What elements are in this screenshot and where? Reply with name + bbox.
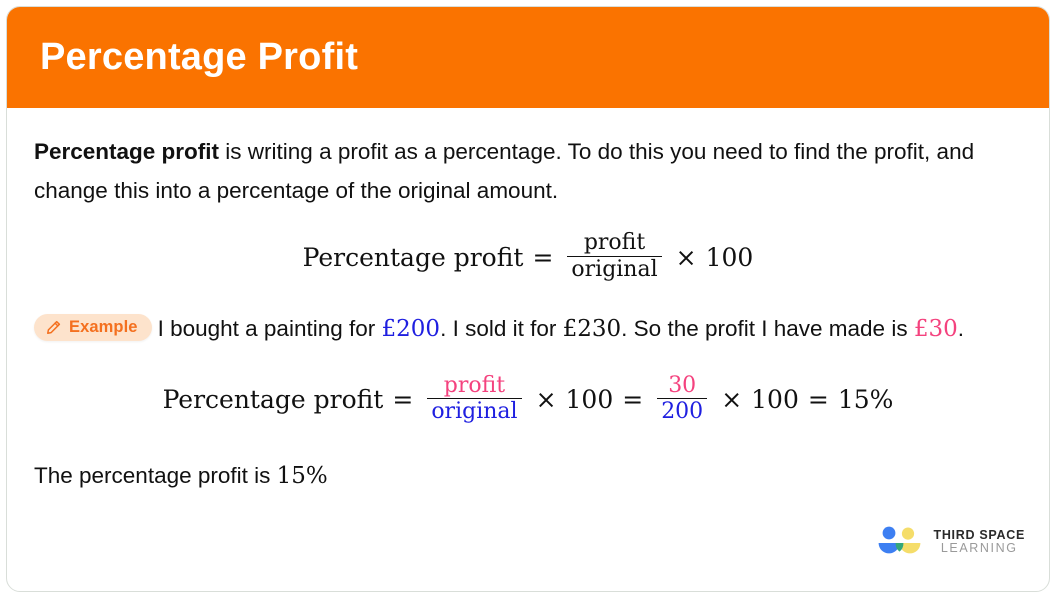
logo-wordmark: THIRD SPACE LEARNING [933,528,1025,555]
logo-mark-icon [877,525,923,559]
conclusion-value: 15% [276,463,328,489]
third-space-learning-logo: THIRD SPACE LEARNING [877,525,1025,559]
worked-fraction-1: profit original [427,372,522,425]
worked-times-2: × [721,385,743,415]
worked-lhs: Percentage profit [162,385,384,415]
example-cost-price: £200 [381,315,441,342]
worked-fraction-2: 30 200 [657,372,708,425]
definition-formula: Percentage profit = profit original × 10… [34,230,1022,283]
worked-denominator-1: original [427,398,522,424]
example-paragraph: Example I bought a painting for £200. I … [34,309,1022,349]
worked-equals-2: = [622,385,644,415]
worked-equals-1: = [392,385,414,415]
worked-multiplier-2: 100 [751,385,799,415]
pencil-icon [45,319,62,336]
worked-numerator-1: profit [443,372,506,398]
formula-numerator: profit [583,230,646,255]
worked-result: 15% [837,385,894,415]
worked-formula: Percentage profit = profit original × 10… [34,372,1022,426]
formula-equals: = [532,242,554,272]
intro-bold-term: Percentage profit [34,139,220,164]
logo-line-2: LEARNING [940,541,1018,555]
example-text-3: . So the profit I have made is [621,315,908,341]
worked-times-1: × [535,385,557,415]
example-badge: Example [34,314,152,342]
formula-multiplier: 100 [705,242,754,272]
slide-body: Percentage profit is writing a profit as… [7,108,1049,591]
formula-denominator: original [567,255,662,282]
example-profit-value: £30 [913,315,958,342]
formula-fraction: profit original [567,230,662,282]
formula-lhs: Percentage profit [302,242,524,272]
conclusion-label: The percentage profit is [34,463,271,488]
example-text-2: . I sold it for [440,315,557,341]
example-text-1: I bought a painting for [157,315,376,341]
slide-card: Percentage Profit Percentage profit is w… [6,6,1050,592]
page-title: Percentage Profit [40,36,359,78]
worked-numerator-2: 30 [668,372,697,398]
worked-denominator-2: 200 [657,398,708,424]
worked-multiplier-1: 100 [565,385,614,415]
worked-equals-3: = [807,385,829,415]
intro-paragraph: Percentage profit is writing a profit as… [34,132,1022,210]
conclusion-text: The percentage profit is 15% [34,459,1022,493]
formula-times: × [675,242,697,272]
slide-header: Percentage Profit [7,7,1049,108]
example-text-4: . [957,315,965,341]
example-sale-price: £230 [562,315,622,342]
example-badge-label: Example [69,318,138,337]
